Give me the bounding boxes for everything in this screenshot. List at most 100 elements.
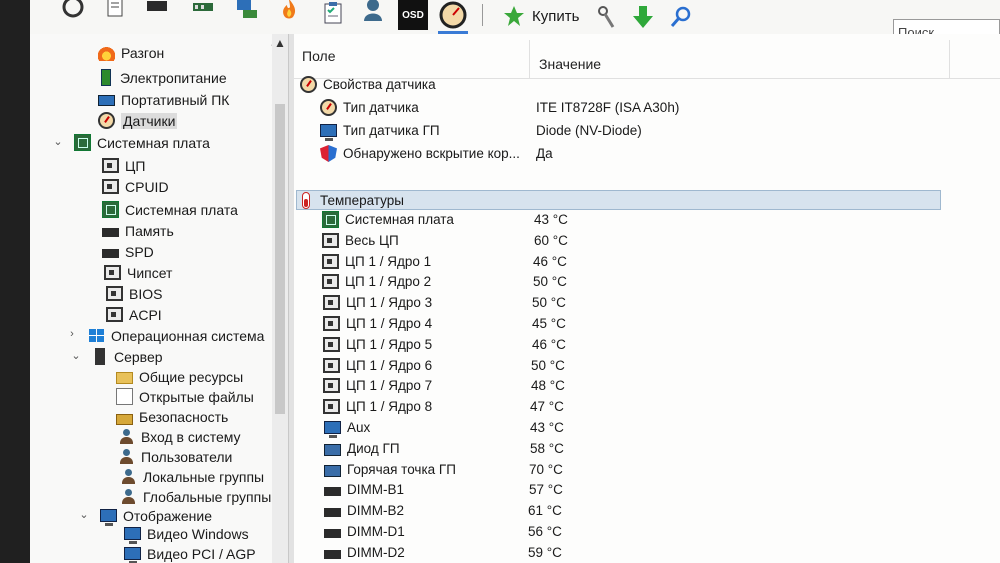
row-field: ЦП 1 / Ядро 8: [323, 399, 432, 415]
tree-item[interactable]: Системная плата: [102, 199, 238, 220]
windows-icon: [88, 327, 105, 344]
temperature-row[interactable]: Системная плата: [322, 209, 454, 230]
chevron-right-icon[interactable]: ›: [66, 328, 78, 340]
gauge-icon: [320, 99, 337, 116]
tree-item[interactable]: Память: [102, 220, 174, 241]
scroll-up-arrow-icon[interactable]: ▲: [272, 36, 288, 52]
temperature-row[interactable]: Диод ГП: [324, 438, 400, 459]
flame-icon: [98, 44, 115, 61]
gauge-icon[interactable]: [438, 0, 468, 30]
tree-item[interactable]: Безопасность: [116, 406, 228, 427]
tree-item[interactable]: Видео PCI / AGP: [124, 543, 256, 563]
tree-item[interactable]: Пользователи: [118, 446, 232, 467]
temperature-row[interactable]: ЦП 1 / Ядро 2: [322, 271, 431, 292]
chevron-down-icon[interactable]: ⌄: [52, 135, 64, 148]
checklist-icon[interactable]: [320, 0, 346, 26]
report-icon[interactable]: [102, 0, 128, 20]
temperature-row[interactable]: Aux: [324, 417, 370, 438]
column-header-field[interactable]: Поле: [302, 48, 336, 64]
tree-item[interactable]: SPD: [102, 241, 154, 262]
column-separator[interactable]: [949, 40, 950, 78]
tree-item[interactable]: Локальные группы: [120, 466, 264, 487]
row-value: ITE IT8728F (ISA A30h): [536, 100, 680, 115]
tree-item[interactable]: Разгон: [98, 42, 164, 63]
chevron-down-icon[interactable]: ⌄: [78, 508, 90, 521]
field-label: ЦП 1 / Ядро 4: [346, 316, 433, 331]
flame-icon[interactable]: [276, 0, 302, 22]
temperature-row[interactable]: DIMM-B1: [324, 479, 404, 500]
back-icon[interactable]: [60, 0, 86, 20]
tree-scrollbar[interactable]: ▲: [272, 34, 288, 563]
temperature-row[interactable]: ЦП 1 / Ядро 7: [323, 375, 432, 396]
tree-item[interactable]: Портативный ПК: [98, 89, 229, 110]
user-icon[interactable]: [360, 0, 386, 22]
field-label: DIMM-B1: [347, 482, 404, 498]
tree-item-label: Локальные группы: [143, 468, 265, 485]
tree-item[interactable]: Операционная система: [88, 325, 264, 346]
search-icon[interactable]: [668, 4, 694, 30]
temperature-row[interactable]: ЦП 1 / Ядро 3: [323, 292, 432, 313]
tree-item[interactable]: Электропитание: [98, 67, 227, 88]
tree-item[interactable]: Сервер: [92, 346, 163, 367]
row-field: DIMM-B1: [324, 482, 404, 497]
temperature-row[interactable]: ЦП 1 / Ядро 5: [323, 334, 432, 355]
tree-item[interactable]: Общие ресурсы: [116, 366, 243, 387]
chevron-down-icon[interactable]: ⌄: [70, 349, 82, 362]
temperature-row[interactable]: ЦП 1 / Ядро 8: [323, 396, 432, 417]
row-field: Aux: [324, 420, 370, 438]
field-label: Горячая точка ГП: [347, 461, 456, 477]
tree-item[interactable]: Глобальные группы: [120, 486, 271, 507]
tree-item[interactable]: ACPI: [106, 304, 162, 325]
ram-icon: [324, 549, 341, 559]
shield-icon: [320, 145, 337, 162]
chip-icon: [323, 378, 340, 394]
network-icon[interactable]: [234, 0, 260, 22]
temperature-row[interactable]: DIMM-B2: [324, 500, 404, 521]
buy-button[interactable]: Купить: [502, 3, 579, 29]
tree-item[interactable]: BIOS: [106, 283, 162, 304]
tree-item[interactable]: CPUID: [102, 176, 169, 197]
field-label: ЦП 1 / Ядро 3: [346, 295, 433, 311]
cpu-benchmark-icon[interactable]: [144, 0, 170, 20]
field-label: Свойства датчика: [323, 77, 436, 92]
group-header-temperatures[interactable]: Температуры: [298, 190, 404, 211]
column-header-value[interactable]: Значение: [539, 56, 601, 72]
row-field: Свойства датчика: [300, 76, 436, 93]
row-value: 45 °C: [532, 316, 566, 331]
temperature-row[interactable]: Весь ЦП: [322, 230, 399, 251]
osd-button[interactable]: OSD: [398, 0, 428, 30]
scroll-thumb[interactable]: [275, 104, 285, 414]
tree-item[interactable]: Датчики: [98, 110, 178, 131]
toolbar: OSD Купить: [30, 0, 1000, 45]
battery-icon: [101, 69, 111, 86]
temperature-row[interactable]: DIMM-D2: [324, 542, 405, 563]
row-field: ЦП 1 / Ядро 1: [322, 253, 431, 269]
temperature-row[interactable]: Горячая точка ГП: [324, 459, 456, 480]
sensor-property-row[interactable]: Обнаружено вскрытие кор...: [320, 143, 520, 164]
temperature-row[interactable]: ЦП 1 / Ядро 1: [322, 251, 431, 272]
tree-item[interactable]: Вход в систему: [118, 426, 241, 447]
sensor-property-row[interactable]: Тип датчика: [320, 97, 419, 118]
download-arrow-icon[interactable]: [630, 4, 656, 30]
sensor-property-row[interactable]: Тип датчика ГП: [320, 120, 440, 141]
tree-item[interactable]: ЦП: [102, 155, 145, 176]
row-field: ЦП 1 / Ядро 3: [323, 295, 433, 311]
gpu-icon: [324, 443, 341, 456]
temperature-row[interactable]: ЦП 1 / Ядро 6: [323, 355, 432, 376]
tree-item[interactable]: Открытые файлы: [116, 386, 254, 407]
tree-item[interactable]: Чипсет: [104, 262, 172, 283]
column-separator[interactable]: [529, 40, 530, 78]
group-header-sensor-properties[interactable]: Свойства датчика: [300, 74, 436, 95]
ram-icon: [324, 487, 341, 497]
tree-item[interactable]: Видео Windows: [124, 523, 249, 544]
laptop-icon: [98, 95, 115, 106]
tools-icon[interactable]: [594, 4, 620, 30]
tree-item[interactable]: Системная плата: [74, 132, 210, 153]
memory-benchmark-icon[interactable]: [190, 0, 216, 20]
chip-icon: [106, 286, 123, 301]
temperature-row[interactable]: ЦП 1 / Ядро 4: [323, 313, 432, 334]
details-list: Поле Значение Свойства датчика Тип датчик…: [294, 34, 1000, 563]
folder-icon: [116, 372, 133, 384]
temperature-row[interactable]: DIMM-D1: [324, 521, 405, 542]
tree-item-label: BIOS: [129, 285, 163, 302]
